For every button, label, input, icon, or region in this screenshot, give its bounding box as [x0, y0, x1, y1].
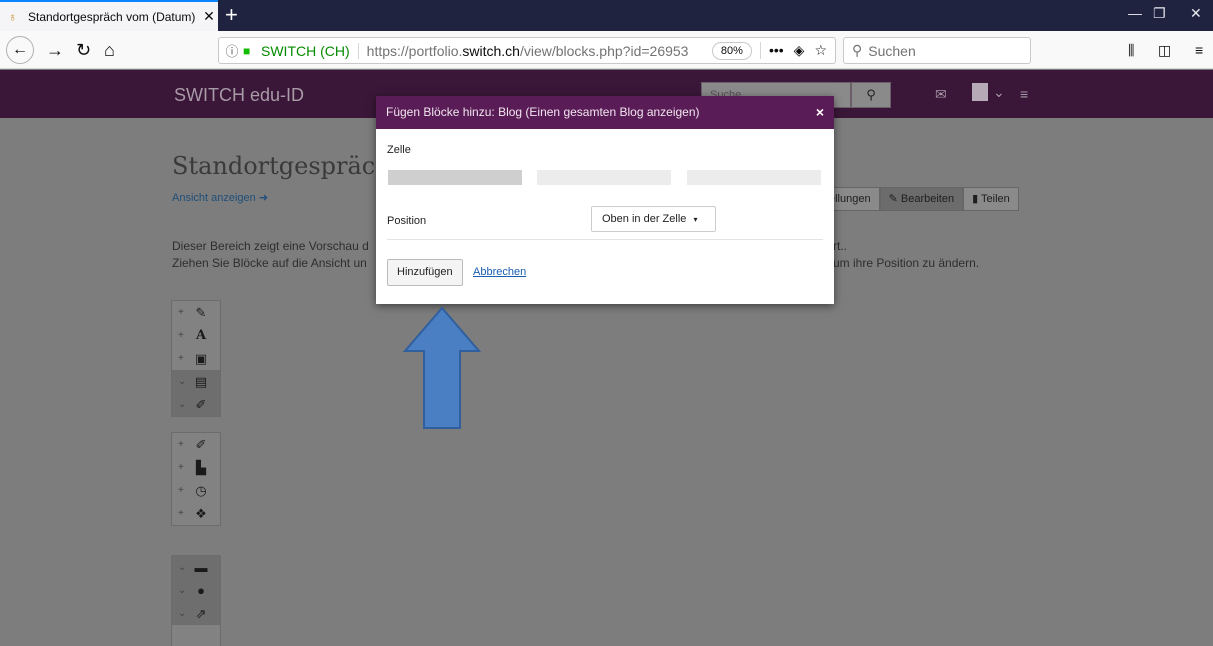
avatar[interactable] — [972, 83, 988, 101]
dialog-header: Fügen Blöcke hinzu: Blog (Einen gesamten… — [376, 96, 834, 129]
block-palette-group-1: + ✎ + A + ▣ ⌄ ▤ ⌄ ✐ — [171, 300, 221, 417]
external-block-icon: ⇗ — [195, 605, 207, 621]
block-palette-group-3: ⌄ ▬ ⌄ ● ⌄ ⇗ — [171, 555, 221, 646]
palette-item[interactable]: ⌄ ✐ — [172, 393, 220, 416]
cancel-link[interactable]: Abbrechen — [473, 266, 526, 278]
palette-item[interactable]: ⌄ ▤ — [172, 370, 220, 393]
text-block-icon: ✎ — [195, 304, 207, 320]
cell-option-2[interactable] — [537, 170, 671, 185]
lock-icon: ■ — [243, 43, 251, 58]
restore-icon[interactable]: ❐ — [1153, 5, 1166, 22]
window-close-icon[interactable]: ✕ — [1190, 5, 1202, 22]
cell-label: Zelle — [387, 144, 411, 156]
add-block-dialog: Fügen Blöcke hinzu: Blog (Einen gesamten… — [376, 96, 834, 304]
pocket-icon[interactable]: ◈ — [794, 42, 805, 59]
palette-item[interactable]: + ✎ — [172, 301, 220, 324]
position-select[interactable]: Oben in der Zelle ▾ — [591, 206, 716, 232]
palette-item[interactable]: ⌄ ● — [172, 579, 220, 602]
recent-posts-icon: ◷ — [195, 482, 207, 498]
site-info-icon[interactable]: ⓘ — [221, 41, 243, 60]
edit-button[interactable]: ✎ Bearbeiten — [879, 187, 964, 211]
palette-item[interactable]: + ◷ — [172, 479, 220, 502]
browser-toolbar: ← → ↻ ⌂ ⓘ ■ SWITCH (CH) https://portfoli… — [0, 31, 1213, 69]
palette-item[interactable]: + ❖ — [172, 502, 220, 525]
block-palette-group-2: + ✐ + ▙ + ◷ + ❖ — [171, 432, 221, 526]
hamburger-icon[interactable]: ≡ — [1020, 86, 1028, 102]
mail-icon[interactable]: ✉ — [935, 86, 947, 103]
search-placeholder: Suchen — [868, 42, 916, 59]
library-icon[interactable]: ⫼ — [1128, 42, 1134, 59]
browser-tab[interactable]: ♁ Standortgespräch vom (Datum) ✕ — [0, 0, 218, 31]
add-button[interactable]: Hinzufügen — [387, 259, 463, 286]
bookmark-star-icon[interactable]: ☆ — [814, 42, 827, 59]
cell-option-3[interactable] — [687, 170, 821, 185]
view-page-link[interactable]: Ansicht anzeigen ➜ — [172, 191, 268, 204]
arrow-circle-icon: ➜ — [258, 192, 269, 204]
heading-block-icon: A — [195, 328, 207, 343]
close-icon[interactable]: × — [816, 96, 824, 129]
blog-post-icon: ✐ — [195, 436, 207, 452]
journal-block-icon: ✐ — [195, 396, 207, 412]
palette-item[interactable]: + ▙ — [172, 456, 220, 479]
search-icon: ⚲ — [852, 42, 863, 58]
new-tab-button[interactable]: + — [225, 3, 238, 27]
palette-item[interactable]: + ▣ — [172, 347, 220, 370]
forward-icon[interactable]: → — [46, 37, 64, 63]
zoom-indicator[interactable]: 80% — [711, 41, 752, 60]
home-icon[interactable]: ⌂ — [104, 37, 115, 63]
divider — [387, 239, 823, 240]
tab-title: Standortgespräch vom (Datum) — [28, 9, 196, 24]
caret-down-icon: ▾ — [693, 215, 698, 224]
resume-block-icon: ▬ — [194, 560, 208, 575]
back-icon[interactable]: ← — [6, 36, 34, 64]
chevron-down-icon[interactable]: ⌄ — [993, 84, 1005, 101]
view-actions: ellungen ✎ Bearbeiten ▮ Teilen — [820, 187, 1019, 211]
favicon-icon: ♁ — [8, 9, 17, 24]
sidebar-icon[interactable]: ◫ — [1158, 42, 1171, 59]
site-brand[interactable]: SWITCH edu-ID — [174, 85, 304, 106]
position-label: Position — [387, 215, 427, 227]
share-button[interactable]: ▮ Teilen — [963, 187, 1019, 211]
cell-option-1[interactable] — [388, 170, 522, 185]
minimize-icon[interactable]: — — [1128, 5, 1142, 21]
profile-block-icon: ● — [197, 583, 205, 598]
reload-icon[interactable]: ↻ — [76, 37, 91, 63]
site-identity[interactable]: SWITCH (CH) — [261, 42, 359, 59]
tags-block-icon: ❖ — [195, 505, 207, 521]
info-text-left: Dieser Bereich zeigt eine Vorschau d Zie… — [172, 239, 369, 270]
pencil-icon: ✎ — [888, 193, 901, 205]
menu-icon[interactable]: ≡ — [1195, 42, 1203, 58]
palette-item[interactable]: ⌄ ▬ — [172, 556, 220, 579]
tab-close-icon[interactable]: ✕ — [200, 8, 218, 25]
palette-item[interactable]: + A — [172, 324, 220, 347]
info-text-right: rt.. um ihre Position zu ändern. — [833, 239, 980, 270]
browser-search-bar[interactable]: ⚲ Suchen — [843, 37, 1031, 64]
dialog-title: Fügen Blöcke hinzu: Blog (Einen gesamten… — [386, 105, 700, 119]
browser-tab-bar: ♁ Standortgespräch vom (Datum) ✕ + — ❐ ✕ — [0, 0, 1213, 31]
arrow-up-icon — [402, 306, 482, 429]
page-actions-icon[interactable]: ••• — [769, 42, 784, 59]
palette-item[interactable]: + ✐ — [172, 433, 220, 456]
unlock-icon: ▮ — [972, 193, 982, 205]
file-block-icon: ▙ — [196, 459, 206, 475]
url-bar[interactable]: ⓘ ■ SWITCH (CH) https://portfolio.switch… — [218, 37, 836, 64]
media-block-icon: ▤ — [194, 373, 208, 389]
palette-item[interactable]: ⌄ ⇗ — [172, 602, 220, 625]
image-block-icon: ▣ — [194, 350, 208, 366]
site-search-button[interactable]: ⚲ — [851, 82, 891, 108]
url-text[interactable]: https://portfolio.switch.ch/view/blocks.… — [367, 43, 712, 59]
